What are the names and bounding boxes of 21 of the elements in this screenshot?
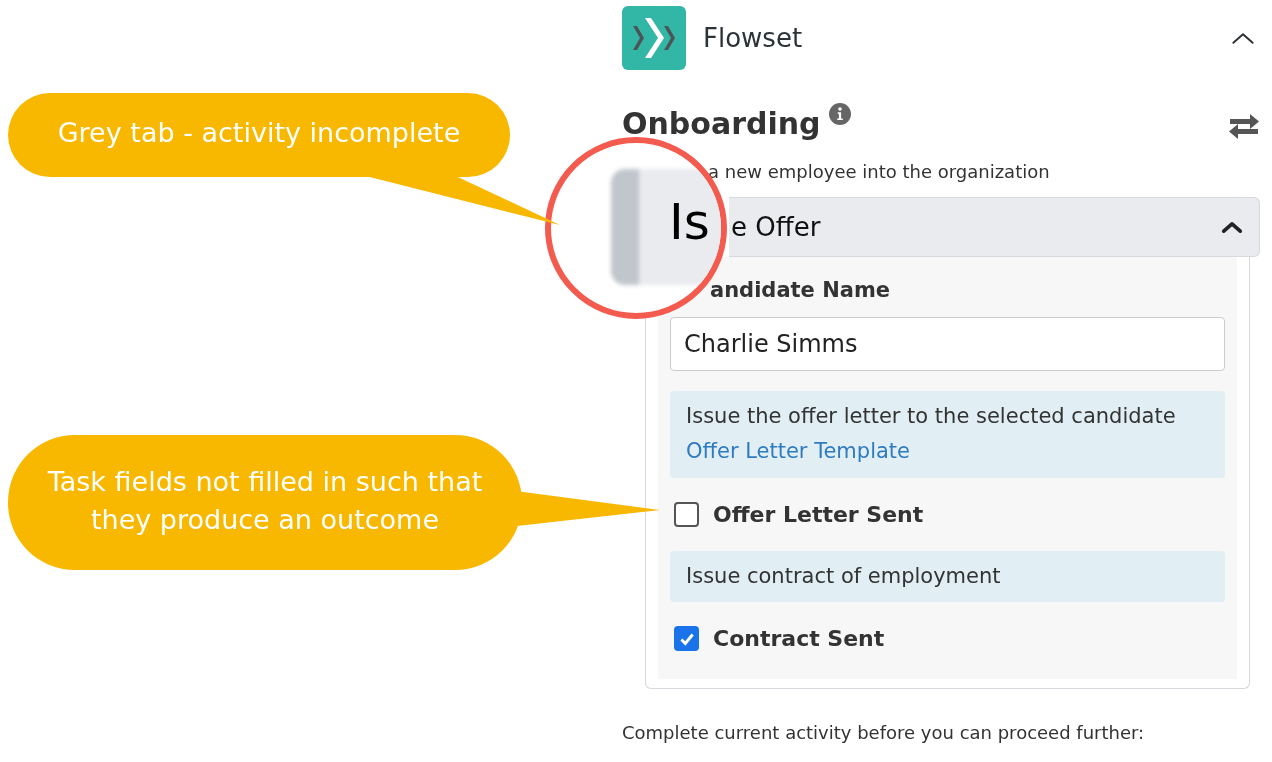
checkbox[interactable] [674, 626, 699, 651]
callout-text: Task fields not filled in such that they produce an outcome [46, 465, 484, 537]
collapse-icon[interactable] [1230, 30, 1256, 46]
checkbox-label: Contract Sent [713, 625, 885, 653]
magnified-text: Is [669, 197, 710, 247]
app-logo [622, 6, 686, 70]
input-field[interactable]: Charlie Simms [670, 316, 1225, 371]
app-name: Flowset [703, 21, 803, 55]
activity-tab[interactable]: e Offer [729, 197, 1260, 257]
info-text: Issue the offer letter to the selected candidate [686, 402, 1177, 430]
checkbox[interactable] [674, 501, 699, 527]
footer-note: Complete current activity before you can proceed further: [622, 721, 1146, 745]
info-icon[interactable] [828, 103, 851, 125]
template-link[interactable]: Offer Letter Template [686, 436, 1209, 468]
callout-text: Grey tab - activity incomplete [56, 116, 462, 150]
info-text: Issue contract of employment [686, 562, 1002, 590]
checkbox-label: Offer Letter Sent [713, 500, 924, 529]
process-title: Onboarding [622, 105, 821, 143]
field-label: andidate Name [709, 277, 892, 304]
chevron-icon[interactable] [1221, 220, 1243, 234]
swap-icon[interactable] [1228, 111, 1260, 140]
